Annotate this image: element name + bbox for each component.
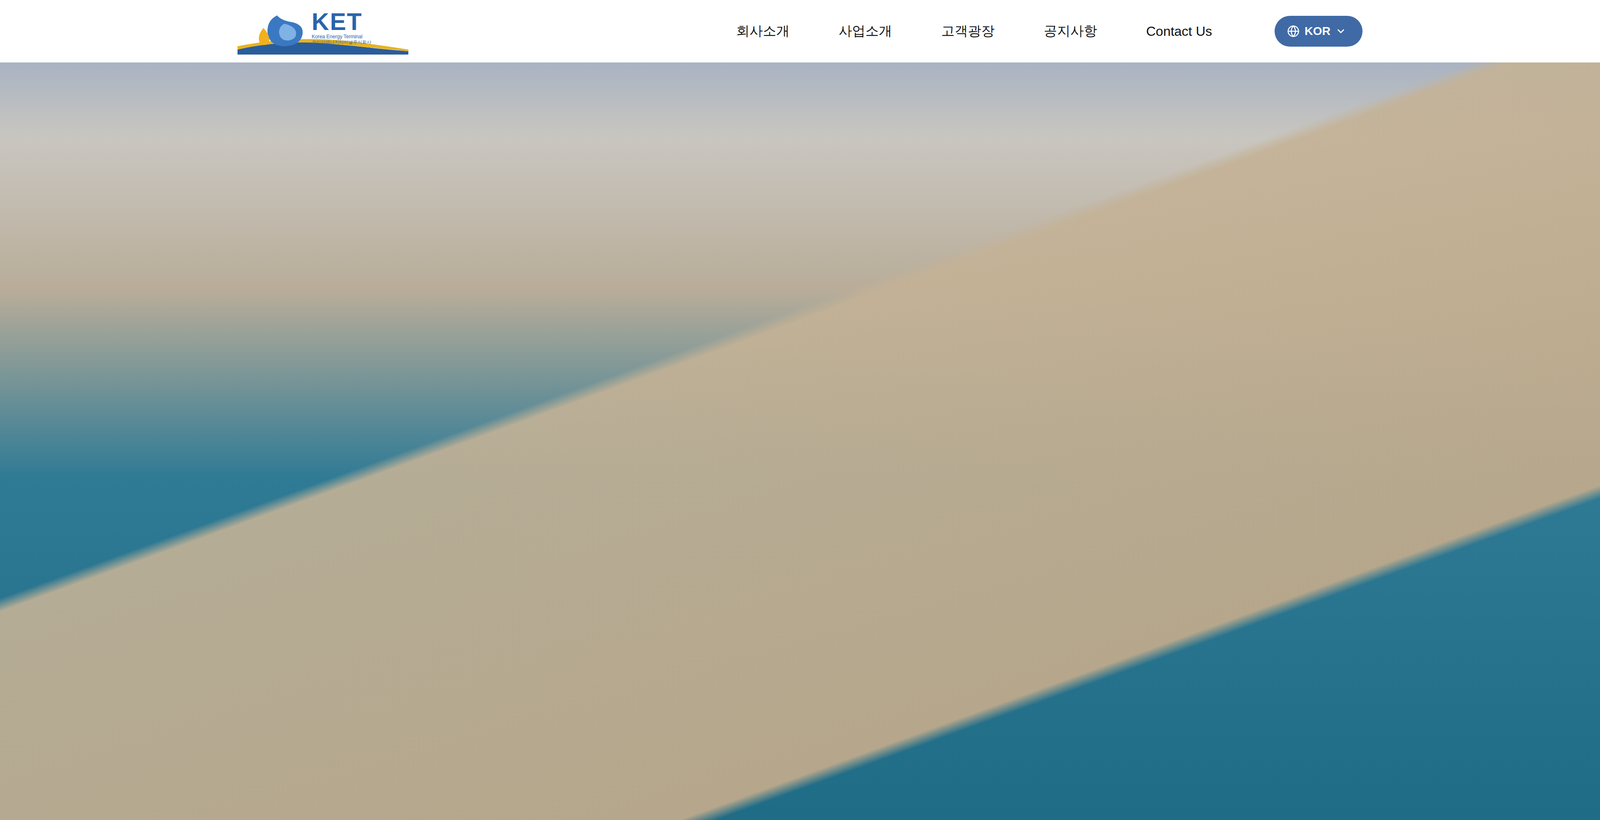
logo[interactable]: KETKorea Energy Terminal코리아에너지터미널주식회사	[237, 7, 409, 55]
header-inner: KETKorea Energy Terminal코리아에너지터미널주식회사 회사소…	[237, 7, 1363, 55]
nav-item[interactable]: Contact Us	[1146, 21, 1213, 42]
nav-item[interactable]: 사업소개	[838, 19, 893, 43]
hero-photo	[0, 62, 1600, 820]
language-button[interactable]: KOR	[1274, 15, 1363, 47]
main-nav: 회사소개 사업소개 고객광장 공지사항 Contact Us	[736, 19, 1213, 43]
header: KETKorea Energy Terminal코리아에너지터미널주식회사 회사소…	[0, 0, 1600, 63]
nav-item[interactable]: 고객광장	[941, 19, 995, 43]
nav-item[interactable]: 회사소개	[736, 19, 790, 43]
header-right: 회사소개 사업소개 고객광장 공지사항 Contact Us KOR	[736, 15, 1363, 47]
globe-icon	[1287, 25, 1300, 38]
logo-subtitle: Korea Energy Terminal	[311, 33, 372, 40]
chevron-down-icon	[1335, 25, 1347, 37]
nav-item[interactable]: 공지사항	[1043, 19, 1098, 43]
page: KETKorea Energy Terminal코리아에너지터미널주식회사 회사소…	[0, 0, 1600, 820]
logo-text: KETKorea Energy Terminal코리아에너지터미널주식회사	[311, 9, 372, 46]
logo-korean: 코리아에너지터미널주식회사	[311, 39, 372, 45]
language-label: KOR	[1304, 24, 1331, 38]
logo-name: KET	[311, 9, 372, 34]
